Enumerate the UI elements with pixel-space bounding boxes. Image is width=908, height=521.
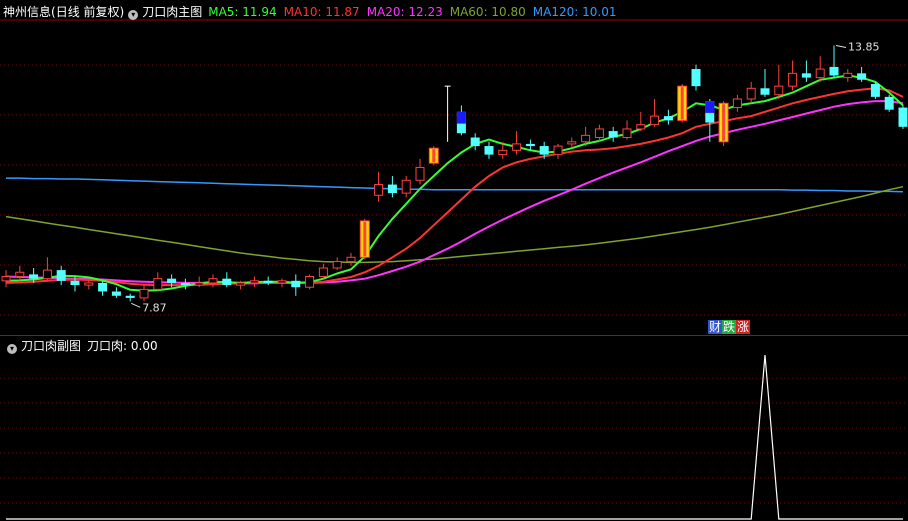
ma-legend-item: MA60: 10.80 — [449, 5, 526, 19]
candle-body — [622, 128, 632, 138]
signal-char: 跌 — [722, 320, 737, 334]
sub-indicator-line — [6, 354, 903, 520]
candle-body — [277, 280, 287, 284]
low-price-label: 7.87 — [142, 301, 167, 314]
ma-legend-item: MA10: 11.87 — [283, 5, 360, 19]
candle-body — [636, 124, 646, 130]
candle-body — [774, 85, 784, 96]
low-marker-line — [130, 302, 141, 308]
candle-body — [870, 84, 880, 97]
candle-body — [498, 149, 508, 156]
candle-body — [42, 269, 52, 280]
candle-body — [857, 73, 867, 80]
candle-body — [111, 291, 121, 296]
candle-body — [125, 295, 135, 298]
candle-body — [1, 276, 11, 282]
candle-body — [484, 146, 494, 155]
candle-body — [567, 141, 577, 145]
candle-body — [29, 274, 39, 279]
sub-indicator-menu-icon[interactable]: ▾ — [7, 344, 17, 354]
candle-body — [608, 131, 618, 138]
candle-body — [291, 280, 301, 288]
ma-legend-item: MA5: 11.94 — [208, 5, 277, 19]
candle-body — [222, 278, 232, 286]
ma-line-ma5 — [5, 74, 904, 292]
candle-body — [691, 69, 701, 87]
candle-body — [70, 280, 80, 286]
candle-body — [387, 184, 397, 194]
candle-signal-core — [363, 221, 367, 257]
candle-body — [346, 256, 356, 263]
stock-chart-window: 13.85 7.87 神州信息(日线 前复权) ▾ 刀口肉主图 MA5: 11.94 M… — [0, 0, 908, 521]
candle-body — [415, 166, 425, 181]
ma-line-ma20 — [5, 100, 904, 285]
candle-body — [663, 116, 673, 121]
high-price-label: 13.85 — [848, 41, 880, 54]
candle-body — [318, 267, 328, 278]
ma-legend: MA5: 11.94 MA10: 11.87 MA20: 12.23 MA60: 10… — [208, 3, 623, 21]
candle-body — [746, 87, 756, 100]
candle-body — [56, 270, 66, 281]
moving-average-lines — [5, 74, 904, 292]
candle-body — [84, 282, 94, 286]
signal-char: 涨 — [736, 320, 751, 334]
ma-line-ma120 — [6, 177, 904, 193]
candle-body — [581, 134, 591, 143]
sub-indicator-plot — [6, 354, 903, 520]
candle-body — [553, 145, 563, 156]
candle-body — [898, 107, 908, 127]
ma-legend-item: MA20: 12.23 — [366, 5, 443, 19]
candle-body — [305, 276, 315, 288]
high-marker-line — [835, 45, 847, 49]
candle-signal-core — [722, 104, 726, 141]
signal-chars: 财跌涨 — [708, 320, 751, 335]
candle-body — [760, 88, 770, 95]
chart-canvas[interactable]: 13.85 7.87 — [0, 0, 908, 521]
candle-body — [525, 143, 535, 147]
sub-indicator-value: 刀口肉: 0.00 — [87, 339, 158, 353]
period-label: (日线 前复权) — [51, 5, 125, 19]
candle-body — [153, 278, 163, 290]
candle-body — [843, 72, 853, 79]
candle-body — [167, 278, 177, 283]
candle-body — [539, 146, 549, 155]
ma-line-ma60 — [5, 185, 904, 264]
candle-body — [594, 128, 604, 138]
candle-body — [332, 261, 342, 269]
candle-body — [788, 72, 798, 87]
candle-body — [194, 282, 204, 286]
candle-body — [180, 282, 190, 286]
candle-body — [470, 137, 480, 147]
candle-signal-core — [432, 149, 436, 163]
sub-panel-header: ▾ 刀口肉副图 刀口肉: 0.00 — [3, 337, 158, 355]
stock-name: 神州信息 — [3, 5, 52, 19]
candle-body — [512, 143, 522, 151]
candlesticks — [1, 45, 908, 308]
candle-body — [249, 280, 259, 284]
candle-body — [15, 271, 25, 278]
indicator-menu-icon[interactable]: ▾ — [128, 10, 139, 20]
candle-body — [732, 98, 742, 109]
signal-char: 财 — [708, 320, 723, 334]
sub-indicator-name[interactable]: 刀口肉副图 — [21, 337, 81, 355]
candle-body — [801, 73, 811, 78]
candle-signal-blue — [456, 111, 466, 124]
candle-body — [374, 184, 384, 196]
candle-signal-core — [680, 87, 684, 120]
main-indicator-name[interactable]: 刀口肉主图 — [142, 3, 202, 21]
candle-body — [208, 278, 218, 284]
main-panel-header: 神州信息(日线 前复权) ▾ 刀口肉主图 MA5: 11.94 MA10: 11.87 M… — [3, 3, 623, 21]
candle-body — [263, 280, 273, 283]
candle-signal-blue — [705, 101, 715, 113]
candle-body — [815, 68, 825, 79]
candle-body — [98, 282, 108, 292]
ma-line-ma10 — [5, 87, 904, 287]
candle-body — [650, 115, 660, 126]
candle-body — [884, 96, 894, 110]
candle-body — [236, 282, 246, 286]
candle-body — [139, 288, 149, 299]
ma-legend-item: MA120: 10.01 — [532, 5, 617, 19]
candle-body — [401, 179, 411, 194]
candle-body — [829, 66, 839, 76]
